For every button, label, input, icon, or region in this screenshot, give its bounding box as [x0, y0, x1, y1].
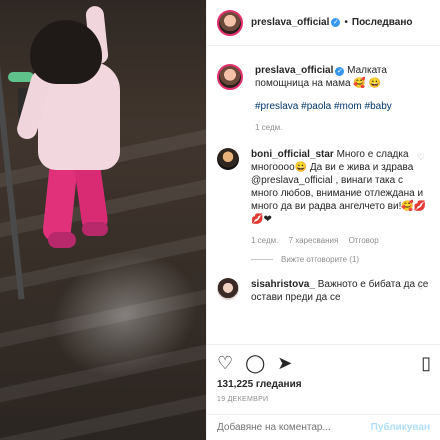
avatar[interactable] [217, 148, 239, 170]
avatar[interactable] [217, 9, 243, 36]
comment-item: sisahristova_ Важното е бибата да се ост… [217, 278, 431, 304]
child-shoe [82, 222, 108, 236]
publish-button[interactable]: Публикуван [371, 422, 430, 433]
divider [251, 259, 273, 260]
post-date: 19 ДЕКЕМВРИ [217, 396, 269, 403]
post-username[interactable]: preslava_official [251, 17, 329, 28]
comment-time: 1 седм. [251, 236, 279, 245]
view-count[interactable]: 131,225 гледания [217, 379, 431, 390]
view-replies-label[interactable]: Вижте отговорите (1) [281, 255, 359, 264]
avatar[interactable] [217, 64, 243, 90]
floor-shine [34, 232, 206, 398]
comment-item: boni_official_star Много е сладка многоо… [217, 148, 431, 247]
share-icon[interactable]: ➤ [277, 353, 292, 374]
separator-dot: • [344, 17, 348, 28]
post-header: preslava_official ✓ • Последвано [207, 0, 440, 46]
bookmark-icon[interactable]: ▯ [421, 353, 431, 374]
post-media[interactable] [0, 0, 206, 440]
caption-time: 1 седм. [255, 123, 283, 132]
follow-button[interactable]: Последвано [352, 17, 413, 28]
comment-icon[interactable]: ◯ [245, 353, 265, 374]
heart-icon[interactable]: ♡ [417, 282, 425, 293]
add-comment-bar: Публикуван [207, 414, 440, 440]
avatar[interactable] [217, 278, 239, 300]
heart-icon[interactable]: ♡ [417, 152, 425, 163]
comment-input[interactable] [217, 422, 371, 433]
comments-list[interactable]: preslava_official ✓ Малката помощница на … [207, 50, 440, 340]
heart-icon[interactable]: ♡ [217, 353, 233, 374]
verified-icon: ✓ [331, 18, 341, 27]
caption-username[interactable]: preslava_official [255, 65, 333, 76]
comment-username[interactable]: boni_official_star [251, 149, 334, 160]
child-head [30, 20, 102, 84]
comment-username[interactable]: sisahristova_ [251, 279, 315, 290]
caption-hashtags[interactable]: #preslava #paola #mom #baby [255, 100, 431, 113]
verified-icon: ✓ [335, 67, 345, 76]
comment-likes[interactable]: 7 харесвания [289, 236, 339, 245]
view-replies[interactable]: Вижте отговорите (1) [251, 255, 431, 264]
reply-button[interactable]: Отговор [349, 236, 379, 245]
comment-text: Много е сладка многоооо😀 Да ви е жива и … [251, 149, 427, 225]
caption-row: preslava_official ✓ Малката помощница на … [217, 64, 431, 134]
post-panel: preslava_official ✓ • Последвано preslav… [206, 0, 440, 440]
action-icons: ♡ ◯ ➤ ▯ [217, 351, 431, 375]
child-shoe [48, 232, 76, 248]
